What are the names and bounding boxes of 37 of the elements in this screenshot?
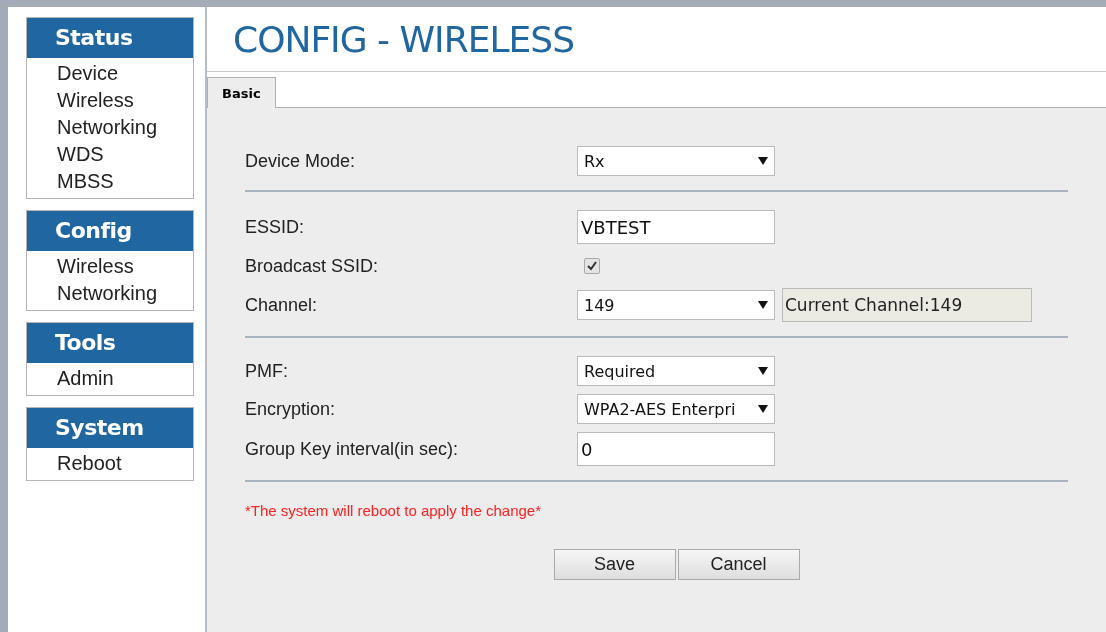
field-label: Broadcast SSID:: [245, 255, 380, 277]
dropdown-caret-icon: [758, 301, 768, 309]
menu-group-title: Status: [27, 18, 193, 58]
field-label: Group Key interval(in sec):: [245, 438, 460, 460]
dropdown-caret-icon: [758, 157, 768, 165]
readonly-field: Current Channel:149: [782, 288, 1032, 322]
form-button[interactable]: Cancel: [677, 549, 800, 580]
dropdown[interactable]: Rx: [577, 146, 775, 176]
menu-item[interactable]: Device: [57, 60, 193, 87]
tab[interactable]: Basic: [207, 77, 276, 108]
menu-group-title: System: [27, 408, 193, 448]
field-label: Encryption:: [245, 398, 337, 420]
menu-item[interactable]: Admin: [57, 365, 193, 392]
menu-item[interactable]: Wireless: [57, 253, 193, 280]
menu-item[interactable]: Networking: [57, 280, 193, 307]
menu-group-title: Config: [27, 211, 193, 251]
menu-item[interactable]: Wireless: [57, 87, 193, 114]
dropdown[interactable]: WPA2-AES Enterpri: [577, 394, 775, 424]
form-button[interactable]: Save: [553, 549, 676, 580]
page-title: CONFIG - WIRELESS: [233, 18, 574, 60]
checkbox[interactable]: [584, 258, 600, 274]
menu-item[interactable]: MBSS: [57, 168, 193, 195]
field-label: Device Mode:: [245, 150, 357, 172]
field-label: PMF:: [245, 360, 289, 382]
menu-item[interactable]: WDS: [57, 141, 193, 168]
dropdown[interactable]: 149: [577, 290, 775, 320]
menu-item[interactable]: Reboot: [57, 450, 193, 477]
menu-item[interactable]: Networking: [57, 114, 193, 141]
input-field[interactable]: 0: [577, 432, 775, 466]
field-label: ESSID:: [245, 216, 306, 238]
warning-text: *The system will reboot to apply the change*: [245, 502, 542, 519]
dropdown-caret-icon: [758, 405, 768, 413]
menu-group-title: Tools: [27, 323, 193, 363]
input-field[interactable]: VBTEST: [577, 210, 775, 244]
dropdown-caret-icon: [758, 367, 768, 375]
field-label: Channel:: [245, 294, 319, 316]
dropdown[interactable]: Required: [577, 356, 775, 386]
